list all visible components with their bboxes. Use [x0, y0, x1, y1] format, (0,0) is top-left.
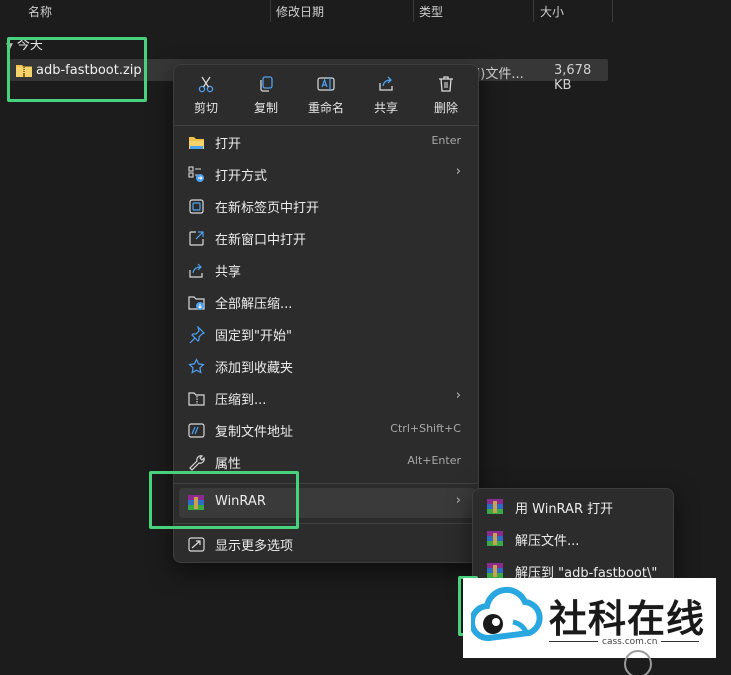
menu-label: 复制文件地址 — [215, 425, 294, 440]
rename-icon — [317, 77, 335, 91]
file-type: d)文件... — [472, 67, 524, 82]
submenu-label: 解压文件... — [515, 534, 580, 549]
delete-button[interactable]: 删除 — [418, 73, 474, 119]
column-date[interactable]: 修改日期 — [276, 3, 324, 20]
menu-label: 在新标签页中打开 — [215, 201, 320, 216]
submenu-open-with-winrar[interactable]: 用 WinRAR 打开 — [478, 491, 670, 521]
chevron-right-icon: › — [455, 164, 461, 179]
cut-icon — [198, 76, 214, 93]
watermark-url: cass.com.cn — [598, 637, 662, 647]
column-divider[interactable] — [270, 0, 271, 22]
quick-action-bar: 剪切 复制 重命名 共享 删除 — [174, 65, 478, 121]
column-divider[interactable] — [413, 0, 414, 22]
menu-open-new-tab[interactable]: 在新标签页中打开 — [179, 191, 475, 221]
share-label: 共享 — [373, 101, 398, 115]
column-divider[interactable] — [612, 0, 613, 22]
menu-pin-start[interactable]: 固定到"开始" — [179, 319, 475, 349]
menu-label: 在新窗口中打开 — [215, 233, 307, 248]
highlight-box-file — [7, 37, 147, 102]
cut-label: 剪切 — [193, 101, 218, 115]
menu-label: 共享 — [215, 265, 242, 280]
rename-label: 重命名 — [307, 101, 344, 115]
chevron-right-icon: › — [455, 388, 461, 403]
column-name[interactable]: 名称 — [28, 3, 52, 20]
highlight-box-winrar — [149, 471, 299, 529]
menu-compress-to[interactable]: 压缩到... › — [179, 383, 475, 413]
menu-extract-all[interactable]: 全部解压缩... — [179, 287, 475, 317]
winrar-icon — [487, 531, 503, 546]
pin-icon — [189, 326, 205, 343]
cut-button[interactable]: 剪切 — [178, 73, 234, 119]
menu-label: 压缩到... — [215, 393, 267, 408]
rename-button[interactable]: 重命名 — [298, 73, 354, 119]
shortcut-text: Ctrl+Shift+C — [390, 422, 461, 435]
column-divider[interactable] — [533, 0, 534, 22]
copy-path-icon — [188, 423, 205, 438]
chevron-right-icon: › — [455, 493, 461, 508]
share-button[interactable]: 共享 — [358, 73, 414, 119]
open-with-icon — [188, 166, 204, 182]
watermark: 社科在线 cass.com.cn — [463, 578, 716, 658]
new-window-icon — [189, 231, 204, 246]
share-icon — [379, 76, 393, 91]
menu-add-favorites[interactable]: 添加到收藏夹 — [179, 351, 475, 381]
copy-button[interactable]: 复制 — [238, 73, 294, 119]
delete-icon — [439, 76, 453, 92]
menu-label: 属性 — [215, 457, 242, 472]
menu-open-new-window[interactable]: 在新窗口中打开 — [179, 223, 475, 253]
submenu-label: 用 WinRAR 打开 — [515, 502, 614, 517]
column-type[interactable]: 类型 — [419, 3, 443, 20]
star-icon — [188, 358, 205, 374]
menu-copy-path[interactable]: 复制文件地址 Ctrl+Shift+C — [179, 415, 475, 445]
submenu-extract-files[interactable]: 解压文件... — [478, 523, 670, 553]
menu-show-more[interactable]: 显示更多选项 — [179, 529, 475, 559]
column-header-bar: 名称 修改日期 类型 大小 — [0, 0, 731, 24]
menu-share[interactable]: 共享 — [179, 255, 475, 285]
shortcut-text: Alt+Enter — [407, 454, 461, 467]
menu-label: 全部解压缩... — [215, 297, 293, 312]
winrar-icon — [487, 563, 503, 578]
menu-label: 固定到"开始" — [215, 329, 292, 344]
menu-label: 打开方式 — [215, 169, 268, 184]
menu-open[interactable]: 打开 Enter — [179, 127, 475, 157]
delete-label: 删除 — [433, 101, 458, 115]
cloud-logo-icon — [471, 586, 543, 642]
show-more-icon — [188, 537, 205, 552]
divider — [174, 125, 478, 126]
menu-open-with[interactable]: 打开方式 › — [179, 159, 475, 189]
compress-folder-icon — [188, 392, 205, 406]
column-size[interactable]: 大小 — [540, 3, 564, 20]
wrench-icon — [189, 455, 205, 471]
copy-label: 复制 — [253, 101, 278, 115]
shortcut-text: Enter — [431, 134, 461, 147]
watermark-brand: 社科在线 — [549, 597, 706, 641]
share-icon — [189, 263, 203, 278]
menu-label: 打开 — [215, 137, 242, 152]
winrar-submenu: 用 WinRAR 打开 解压文件... 解压到 "adb-fastboot\" — [472, 488, 674, 588]
folder-open-icon — [189, 137, 204, 149]
new-tab-icon — [189, 199, 204, 214]
copy-icon — [260, 76, 273, 92]
menu-label: 添加到收藏夹 — [215, 361, 294, 376]
menu-label: 显示更多选项 — [215, 539, 294, 554]
winrar-icon — [487, 499, 503, 514]
extract-all-icon — [188, 296, 205, 310]
file-size: 3,678 KB — [554, 63, 592, 93]
circle-decoration — [624, 650, 652, 675]
